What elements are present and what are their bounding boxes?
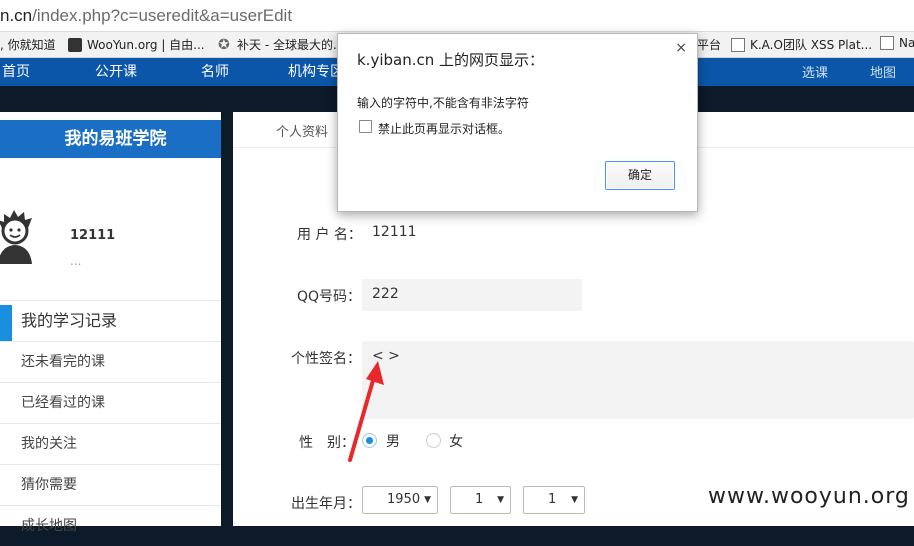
wooyun-icon bbox=[68, 37, 82, 52]
address-path: /index.php?c=useredit&a=userEdit bbox=[32, 6, 293, 25]
bookmark-item-platform[interactable]: 平台 bbox=[697, 36, 721, 53]
layout-gap bbox=[221, 112, 233, 526]
ok-button[interactable]: 确定 bbox=[605, 161, 675, 190]
bookmark-label: , 你就知道 bbox=[0, 38, 56, 52]
user-extra: ... bbox=[70, 254, 82, 268]
dialog-message: 输入的字符中,不能含有非法字符 bbox=[357, 96, 529, 110]
nav-item-teachers[interactable]: 名师 bbox=[201, 61, 229, 81]
menu-item-unfinished[interactable]: 还未看完的课 bbox=[0, 341, 221, 382]
alert-dialog: k.yiban.cn 上的网页显示： × 输入的字符中,不能含有非法字符 禁止此… bbox=[337, 33, 698, 212]
username: 12111 bbox=[70, 228, 116, 243]
dropdown-arrow-icon: ▼ bbox=[497, 495, 504, 505]
star-icon: ✪ bbox=[218, 36, 230, 53]
bookmark-label: 平台 bbox=[697, 38, 722, 52]
bookmark-item[interactable]: , 你就知道 bbox=[0, 36, 56, 53]
bookmark-label: K.A.O团队 XSS Plat... bbox=[750, 38, 873, 52]
red-arrow-icon bbox=[348, 361, 384, 462]
tab-profile[interactable]: 个人资料 bbox=[276, 121, 328, 140]
qq-label: QQ号码： bbox=[297, 289, 362, 305]
panel-title: 我的易班学院 bbox=[0, 120, 221, 158]
username-label: 用 户 名： bbox=[297, 227, 362, 243]
birth-label: 出生年月： bbox=[291, 496, 361, 512]
left-panel: 我的易班学院 12111 ... 我的学习记录 还未看完的课 已经看过的课 我的… bbox=[0, 112, 221, 534]
nav-item-home[interactable]: 首页 bbox=[2, 61, 30, 81]
bookmark-item-kao[interactable]: K.A.O团队 XSS Plat... bbox=[731, 36, 872, 53]
address-host: n.cn bbox=[0, 6, 33, 25]
page-icon bbox=[880, 36, 894, 50]
bookmark-item-butian[interactable]: ✪ 补天 - 全球最大的... bbox=[218, 36, 344, 53]
menu-label: 我的学习记录 bbox=[21, 311, 118, 330]
birth-year-value: 1950 bbox=[387, 492, 421, 507]
suppress-dialogs-checkbox[interactable] bbox=[359, 120, 372, 133]
menu-label: 我的关注 bbox=[21, 436, 77, 452]
menu-item-recommend[interactable]: 猜你需要 bbox=[0, 464, 221, 505]
menu-label: 已经看过的课 bbox=[21, 395, 105, 411]
gender-radio-female[interactable] bbox=[426, 433, 441, 448]
dialog-title: k.yiban.cn 上的网页显示： bbox=[357, 51, 545, 69]
username-value: 12111 bbox=[372, 224, 417, 240]
close-icon[interactable]: × bbox=[675, 40, 687, 56]
birth-day-value: 1 bbox=[548, 492, 557, 507]
signature-textarea[interactable]: < > bbox=[362, 341, 914, 419]
dropdown-arrow-icon: ▼ bbox=[424, 495, 431, 505]
watermark: www.wooyun.org bbox=[708, 484, 910, 509]
birth-month-select[interactable]: 1 ▼ bbox=[450, 486, 511, 514]
menu-item-following[interactable]: 我的关注 bbox=[0, 423, 221, 464]
suppress-dialogs-label[interactable]: 禁止此页再显示对话框。 bbox=[378, 120, 510, 137]
menu-item-study-records[interactable]: 我的学习记录 bbox=[0, 300, 221, 341]
menu-item-watched[interactable]: 已经看过的课 bbox=[0, 382, 221, 423]
nav-item-open-course[interactable]: 公开课 bbox=[95, 61, 137, 81]
nav-item-map[interactable]: 地图 bbox=[870, 62, 896, 81]
page-icon bbox=[731, 37, 745, 52]
menu-label: 还未看完的课 bbox=[21, 354, 105, 370]
left-menu: 我的学习记录 还未看完的课 已经看过的课 我的关注 猜你需要 成长地图 bbox=[0, 300, 221, 546]
nav-item-select-course[interactable]: 选课 bbox=[802, 62, 828, 81]
birth-month-value: 1 bbox=[475, 492, 484, 507]
bookmark-label: Na bbox=[899, 36, 914, 50]
birth-year-select[interactable]: 1950 ▼ bbox=[362, 486, 438, 514]
bookmark-item-na[interactable]: Na bbox=[880, 36, 914, 50]
gender-female-label: 女 bbox=[449, 434, 463, 450]
bookmark-item-wooyun[interactable]: WooYun.org | 自由... bbox=[68, 36, 205, 53]
birth-day-select[interactable]: 1 ▼ bbox=[523, 486, 585, 514]
menu-label: 猜你需要 bbox=[21, 477, 77, 493]
qq-input[interactable]: 222 bbox=[362, 279, 582, 311]
nav-item-institutions[interactable]: 机构专区 bbox=[288, 61, 344, 81]
avatar bbox=[0, 210, 32, 264]
menu-label: 成长地图 bbox=[21, 518, 77, 534]
bookmark-label: 补天 - 全球最大的... bbox=[237, 38, 345, 52]
bookmark-label: WooYun.org | 自由... bbox=[87, 38, 205, 52]
address-bar[interactable]: n.cn/index.php?c=useredit&a=userEdit bbox=[0, 0, 914, 32]
dropdown-arrow-icon: ▼ bbox=[571, 495, 578, 505]
